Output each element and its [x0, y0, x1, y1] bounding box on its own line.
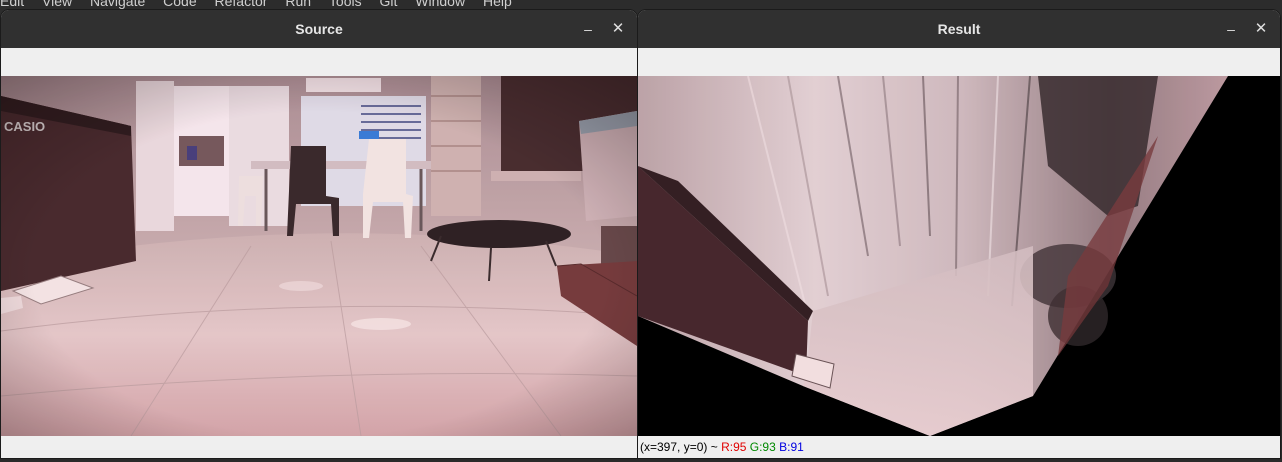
source-minimize-button[interactable]: –: [573, 10, 603, 48]
result-close-button[interactable]: ✕: [1246, 10, 1276, 48]
result-titlebar[interactable]: Result – ✕: [638, 10, 1280, 48]
pixel-blue-value: B:91: [779, 440, 804, 454]
menu-run[interactable]: Run: [285, 0, 311, 9]
result-image[interactable]: [638, 76, 1280, 436]
menu-help[interactable]: Help: [483, 0, 512, 9]
source-statusbar: [1, 436, 637, 458]
menu-edit[interactable]: Edit: [0, 0, 24, 9]
pixel-red-value: R:95: [721, 440, 747, 454]
result-statusbar: (x=397, y=0) ~ R:95 G:93 B:91: [638, 436, 1280, 458]
menu-navigate[interactable]: Navigate: [90, 0, 145, 9]
source-window: Source – ✕: [1, 10, 637, 458]
source-camera-frame: CASIO: [1, 76, 637, 436]
source-image[interactable]: CASIO: [1, 76, 637, 436]
result-warped-frame: [638, 76, 1280, 436]
result-minimize-button[interactable]: –: [1216, 10, 1246, 48]
menu-git[interactable]: Git: [379, 0, 397, 9]
result-window-title: Result: [937, 21, 981, 37]
result-window: Result – ✕ (x=397, y=0) ~ R:95 G:93 B:91: [638, 10, 1280, 458]
menu-view[interactable]: View: [42, 0, 72, 9]
source-window-title: Source: [295, 21, 343, 37]
source-titlebar[interactable]: Source – ✕: [1, 10, 637, 48]
source-toolbar: [1, 48, 637, 76]
menu-tools[interactable]: Tools: [329, 0, 362, 9]
source-close-button[interactable]: ✕: [603, 10, 633, 48]
result-toolbar: [638, 48, 1280, 76]
menu-code[interactable]: Code: [163, 0, 196, 9]
cursor-coords: (x=397, y=0) ~: [640, 440, 718, 454]
menu-refactor[interactable]: Refactor: [215, 0, 268, 9]
menu-window[interactable]: Window: [415, 0, 465, 9]
pixel-green-value: G:93: [749, 440, 776, 454]
